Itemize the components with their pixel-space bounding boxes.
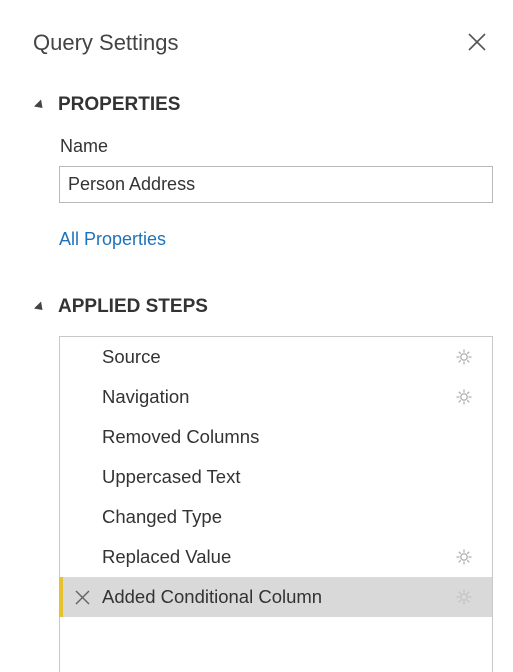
step-added-conditional-column[interactable]: Added Conditional Column — [59, 577, 492, 617]
name-field[interactable] — [59, 166, 493, 203]
step-uppercased-text[interactable]: Uppercased Text — [60, 457, 492, 497]
step-label: Replaced Value — [102, 546, 232, 567]
step-navigation[interactable]: Navigation — [60, 377, 492, 417]
all-properties-link[interactable]: All Properties — [59, 229, 166, 250]
step-source[interactable]: Source — [60, 337, 492, 377]
applied-steps-section-label: APPLIED STEPS — [58, 296, 208, 317]
step-changed-type[interactable]: Changed Type — [60, 497, 492, 537]
pane-title: Query Settings — [33, 30, 179, 55]
step-label: Uppercased Text — [102, 466, 241, 487]
name-label: Name — [60, 136, 109, 156]
applied-steps-section-toggle[interactable]: APPLIED STEPS — [33, 296, 208, 318]
gear-icon[interactable] — [455, 588, 473, 606]
query-settings-pane: Query Settings PROPERTIES Name All Prope… — [0, 0, 513, 672]
applied-steps-list: Source Navigation Removed Columns Upperc… — [59, 336, 493, 672]
delete-step-icon[interactable] — [74, 589, 91, 606]
step-label: Changed Type — [102, 506, 223, 527]
collapse-triangle-icon — [33, 300, 47, 314]
properties-section-toggle[interactable]: PROPERTIES — [33, 94, 180, 116]
collapse-triangle-icon — [33, 98, 47, 112]
step-removed-columns[interactable]: Removed Columns — [60, 417, 492, 457]
gear-icon[interactable] — [455, 348, 473, 366]
properties-section-label: PROPERTIES — [58, 94, 181, 115]
step-label: Navigation — [102, 386, 190, 407]
step-label: Source — [102, 346, 161, 367]
gear-icon[interactable] — [455, 388, 473, 406]
step-replaced-value[interactable]: Replaced Value — [60, 537, 492, 577]
step-label: Added Conditional Column — [102, 586, 323, 607]
step-label: Removed Columns — [102, 426, 260, 447]
close-icon[interactable] — [466, 31, 488, 53]
gear-icon[interactable] — [455, 548, 473, 566]
selection-accent-bar — [59, 577, 63, 617]
